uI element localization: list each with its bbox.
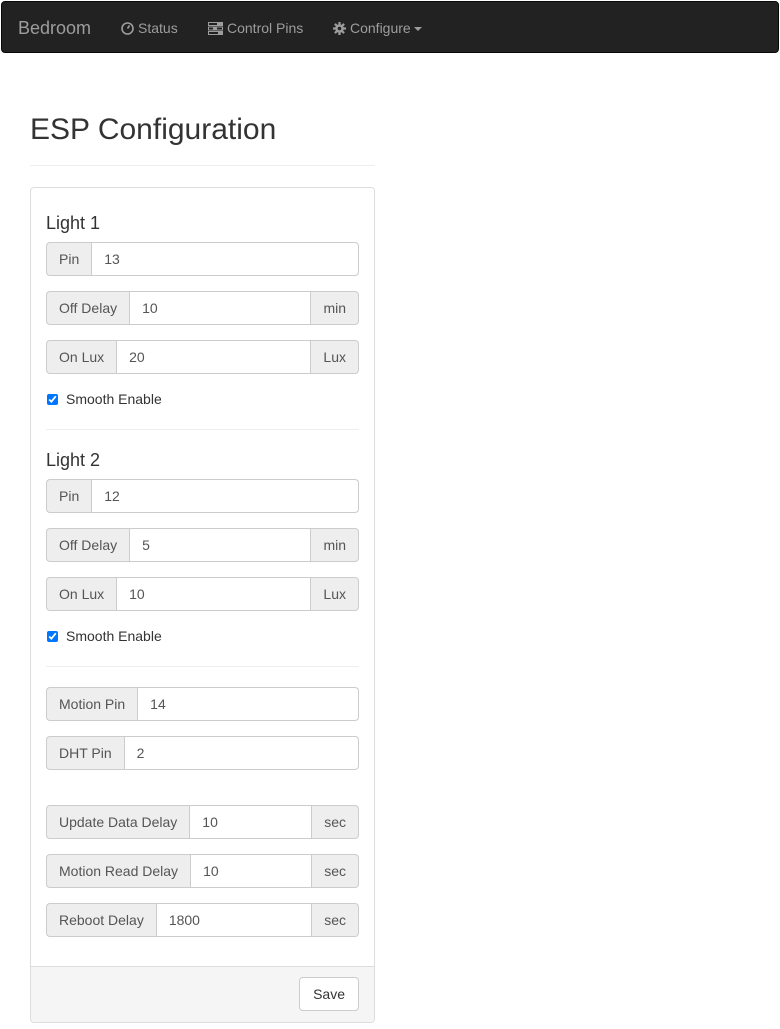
reboot-delay-label: Reboot Delay xyxy=(46,903,156,937)
nav-item-status[interactable]: Status xyxy=(121,2,178,54)
light2-smooth-label: Smooth Enable xyxy=(66,628,162,644)
panel-footer: Save xyxy=(31,966,374,1022)
update-data-delay-label: Update Data Delay xyxy=(46,805,190,839)
light1-pin-label: Pin xyxy=(46,242,92,276)
light1-off-delay-input[interactable] xyxy=(129,291,312,325)
motion-pin-group: Motion Pin xyxy=(46,687,359,721)
light2-smooth-enable[interactable]: Smooth Enable xyxy=(46,626,162,646)
dht-pin-group: DHT Pin xyxy=(46,736,359,770)
light2-on-lux-input[interactable] xyxy=(116,577,312,611)
dashboard-icon xyxy=(121,4,134,56)
nav-item-status-label: Status xyxy=(138,20,178,36)
nav-item-control-pins-label: Control Pins xyxy=(227,20,304,36)
motion-read-delay-group: Motion Read Delay sec xyxy=(46,854,359,888)
reboot-delay-group: Reboot Delay sec xyxy=(46,903,359,937)
light2-off-delay-input[interactable] xyxy=(129,528,312,562)
dht-pin-label: DHT Pin xyxy=(46,736,124,770)
light1-on-lux-label: On Lux xyxy=(46,340,117,374)
tasks-icon xyxy=(208,4,223,56)
nav-item-control-pins[interactable]: Control Pins xyxy=(208,2,303,54)
light2-title: Light 2 xyxy=(46,450,101,470)
light1-on-lux-unit: Lux xyxy=(311,340,359,374)
light1-smooth-enable[interactable]: Smooth Enable xyxy=(46,389,162,409)
light2-off-delay-unit: min xyxy=(311,528,359,562)
light1-on-lux-input[interactable] xyxy=(116,340,312,374)
page-title: ESP Configuration xyxy=(30,113,277,146)
divider xyxy=(46,429,359,430)
divider xyxy=(46,666,359,667)
update-data-delay-input[interactable] xyxy=(189,805,313,839)
navbar: Bedroom Status Control Pins Configure xyxy=(1,1,779,53)
light1-off-delay-unit: min xyxy=(311,291,359,325)
light1-pin-group: Pin xyxy=(46,242,359,276)
light2-off-delay-label: Off Delay xyxy=(46,528,130,562)
nav-item-configure[interactable]: Configure xyxy=(333,2,422,54)
motion-pin-input[interactable] xyxy=(137,687,359,721)
light2-pin-group: Pin xyxy=(46,479,359,513)
light2-pin-label: Pin xyxy=(46,479,92,513)
light1-smooth-label: Smooth Enable xyxy=(66,391,162,407)
reboot-delay-input[interactable] xyxy=(155,903,313,937)
light1-title: Light 1 xyxy=(46,213,101,233)
motion-pin-label: Motion Pin xyxy=(46,687,138,721)
caret-down-icon xyxy=(413,27,422,31)
light2-on-lux-label: On Lux xyxy=(46,577,117,611)
navbar-brand[interactable]: Bedroom xyxy=(18,17,91,39)
light2-on-lux-unit: Lux xyxy=(311,577,359,611)
reboot-delay-unit: sec xyxy=(312,903,359,937)
light1-on-lux-group: On Lux Lux xyxy=(46,340,359,374)
nav-item-configure-label: Configure xyxy=(350,20,411,36)
light1-pin-input[interactable] xyxy=(91,242,359,276)
update-data-delay-group: Update Data Delay sec xyxy=(46,805,359,839)
save-button[interactable]: Save xyxy=(299,977,359,1011)
motion-read-delay-label: Motion Read Delay xyxy=(46,854,191,888)
config-panel: Light 1 Pin Off Delay min On Lux Lux Smo… xyxy=(30,187,375,1023)
light1-off-delay-group: Off Delay min xyxy=(46,291,359,325)
dht-pin-input[interactable] xyxy=(123,736,359,770)
motion-read-delay-unit: sec xyxy=(312,854,359,888)
light2-off-delay-group: Off Delay min xyxy=(46,528,359,562)
motion-read-delay-input[interactable] xyxy=(190,854,313,888)
title-divider xyxy=(30,165,375,166)
light2-pin-input[interactable] xyxy=(91,479,359,513)
light1-smooth-checkbox[interactable] xyxy=(47,393,58,405)
light2-smooth-checkbox[interactable] xyxy=(47,630,58,642)
update-data-delay-unit: sec xyxy=(312,805,359,839)
gear-icon xyxy=(333,4,346,56)
light1-off-delay-label: Off Delay xyxy=(46,291,130,325)
light2-on-lux-group: On Lux Lux xyxy=(46,577,359,611)
